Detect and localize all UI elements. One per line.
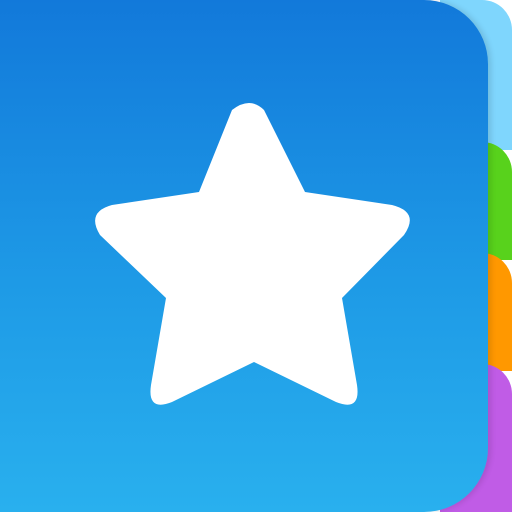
star-shape bbox=[95, 103, 410, 405]
app-icon bbox=[0, 0, 512, 512]
star-container bbox=[0, 0, 488, 512]
star-icon bbox=[95, 103, 410, 405]
